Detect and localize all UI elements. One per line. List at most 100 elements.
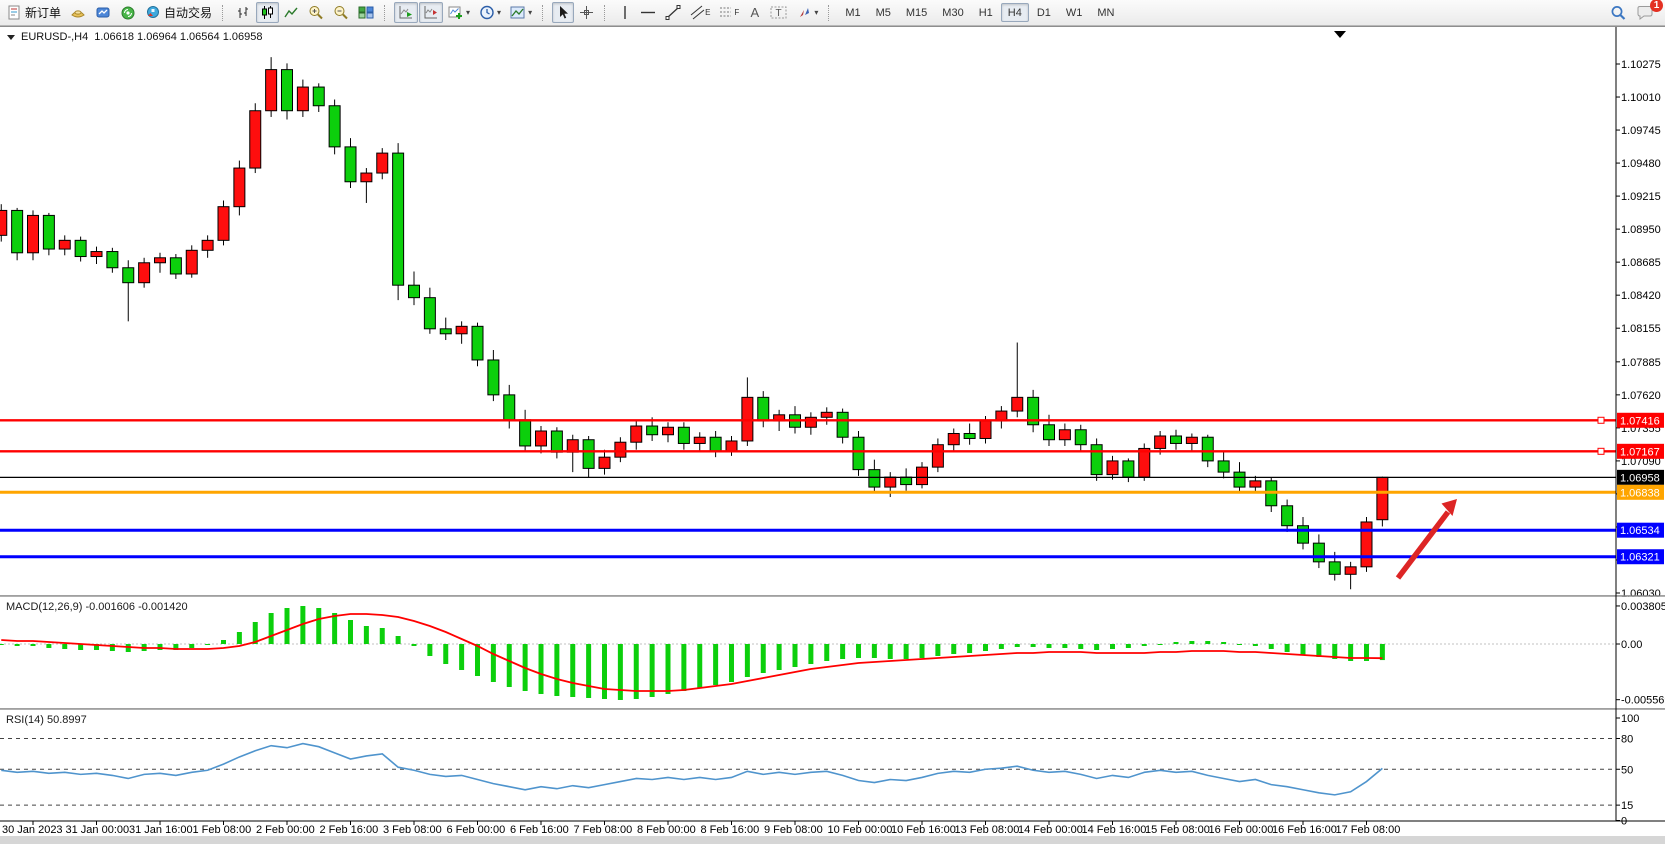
timeframe-H4[interactable]: H4 [1001, 3, 1029, 22]
arrows-icon [796, 5, 812, 20]
line-chart-button[interactable] [280, 2, 303, 23]
indicators-dropdown-caret[interactable]: ▾ [466, 8, 470, 17]
community-chat-button[interactable]: 1 [1632, 2, 1658, 23]
rsi-indicator-label: RSI(14) 50.8997 [6, 714, 87, 726]
channel-sub-glyph: E [705, 8, 710, 17]
hline-handle[interactable] [1598, 448, 1604, 454]
svg-text:10 Feb 00:00: 10 Feb 00:00 [828, 824, 893, 836]
zoom-out-icon [333, 5, 349, 20]
cursor-button[interactable] [552, 2, 574, 23]
bar-chart-button[interactable] [232, 2, 255, 23]
clock-icon [479, 5, 495, 20]
timeframe-M5[interactable]: M5 [869, 3, 898, 22]
auto-scroll-button[interactable] [394, 2, 418, 23]
chart-canvas[interactable]: 1.102751.100101.097451.094801.092151.089… [0, 27, 1665, 844]
svg-text:1.10275: 1.10275 [1621, 59, 1661, 71]
svg-text:0.003805: 0.003805 [1621, 601, 1665, 613]
autotrading-button[interactable]: 自动交易 [141, 2, 216, 23]
macd-indicator-label: MACD(12,26,9) -0.001606 -0.001420 [6, 601, 188, 613]
tile-windows-icon [358, 5, 374, 20]
fibo-sub-glyph: F [734, 8, 739, 17]
svg-text:7 Feb 08:00: 7 Feb 08:00 [574, 824, 633, 836]
svg-text:6 Feb 16:00: 6 Feb 16:00 [510, 824, 569, 836]
timeframe-M15[interactable]: M15 [899, 3, 934, 22]
new-order-button[interactable]: 新订单 [3, 2, 65, 23]
timeframe-group: M1M5M15M30H1H4D1W1MN [838, 3, 1121, 22]
chart-shift-button[interactable] [419, 2, 443, 23]
svg-text:1.09745: 1.09745 [1621, 125, 1661, 137]
svg-text:1.06958: 1.06958 [1620, 472, 1660, 484]
data-window-button[interactable] [91, 2, 115, 23]
timeframe-D1[interactable]: D1 [1030, 3, 1058, 22]
toolbar-grip [542, 5, 548, 21]
equidistant-channel-tool-button[interactable]: E [686, 2, 714, 23]
timeframe-W1[interactable]: W1 [1059, 3, 1090, 22]
crosshair-button[interactable] [575, 2, 598, 23]
svg-text:2 Feb 00:00: 2 Feb 00:00 [256, 824, 315, 836]
svg-text:16 Feb 00:00: 16 Feb 00:00 [1209, 824, 1274, 836]
market-watch-button[interactable] [66, 2, 90, 23]
signals-icon [120, 5, 136, 20]
tile-windows-button[interactable] [354, 2, 378, 23]
arrows-dropdown-caret[interactable]: ▾ [814, 8, 818, 17]
svg-text:1.07167: 1.07167 [1620, 446, 1660, 458]
candlestick-chart-icon [260, 5, 275, 20]
fibonacci-icon [719, 5, 734, 20]
cursor-icon [556, 5, 570, 20]
chart-dropdown-icon[interactable] [7, 35, 15, 40]
toolbar-grip [222, 5, 228, 21]
timeframe-M1[interactable]: M1 [838, 3, 867, 22]
svg-text:100: 100 [1621, 713, 1639, 725]
svg-text:31 Jan 00:00: 31 Jan 00:00 [66, 824, 130, 836]
templates-dropdown-caret[interactable]: ▾ [528, 8, 532, 17]
svg-text:1.08685: 1.08685 [1621, 257, 1661, 269]
svg-text:8 Feb 00:00: 8 Feb 00:00 [637, 824, 696, 836]
svg-text:14 Feb 16:00: 14 Feb 16:00 [1082, 824, 1147, 836]
text-tool-icon: A [750, 5, 759, 20]
price-badge-1.06838: 1.06838 [1617, 485, 1664, 500]
search-icon [1610, 5, 1627, 21]
toolbar-grip [384, 5, 390, 21]
svg-text:1.06321: 1.06321 [1620, 552, 1660, 564]
chart-symbol-period: EURUSD-,H4 [21, 31, 88, 43]
text-label-tool-button[interactable]: T [766, 2, 791, 23]
templates-icon [510, 5, 526, 20]
text-label-icon: T [770, 5, 787, 20]
zoom-out-button[interactable] [329, 2, 353, 23]
toolbar-grip [604, 5, 610, 21]
timeframe-M30[interactable]: M30 [935, 3, 970, 22]
svg-text:1.10010: 1.10010 [1621, 92, 1661, 104]
vertical-line-icon [619, 5, 631, 20]
svg-text:T: T [776, 8, 782, 19]
horizontal-line-tool-button[interactable] [636, 2, 660, 23]
chart-title: EURUSD-,H4 1.06618 1.06964 1.06564 1.069… [7, 31, 262, 43]
svg-text:1.06838: 1.06838 [1620, 487, 1660, 499]
autotrading-icon [145, 5, 161, 20]
svg-text:1.07885: 1.07885 [1621, 357, 1661, 369]
date-axis[interactable]: 30 Jan 202331 Jan 00:0031 Jan 16:001 Feb… [2, 821, 1400, 836]
indicators-button[interactable]: ▾ [444, 2, 474, 23]
svg-text:13 Feb 08:00: 13 Feb 08:00 [955, 824, 1020, 836]
gold-ingot-icon [70, 5, 86, 20]
trendline-tool-button[interactable] [661, 2, 685, 23]
svg-text:80: 80 [1621, 734, 1633, 746]
timeframe-H1[interactable]: H1 [972, 3, 1000, 22]
svg-text:15: 15 [1621, 800, 1633, 812]
chart-window: 1.102751.100101.097451.094801.092151.089… [0, 26, 1665, 843]
svg-text:3 Feb 08:00: 3 Feb 08:00 [383, 824, 442, 836]
templates-button[interactable]: ▾ [506, 2, 536, 23]
periods-button[interactable]: ▾ [475, 2, 505, 23]
zoom-in-button[interactable] [304, 2, 328, 23]
signals-button[interactable] [116, 2, 140, 23]
arrows-tool-button[interactable]: ▾ [792, 2, 822, 23]
text-tool-button[interactable]: A [744, 2, 765, 23]
vertical-line-tool-button[interactable] [614, 2, 635, 23]
price-badge-1.06534: 1.06534 [1617, 523, 1664, 538]
notification-badge: 1 [1650, 0, 1663, 12]
periods-dropdown-caret[interactable]: ▾ [497, 8, 501, 17]
search-button[interactable] [1606, 2, 1631, 23]
hline-handle[interactable] [1598, 417, 1604, 423]
candlestick-chart-button[interactable] [256, 2, 279, 23]
fibonacci-tool-button[interactable]: F [715, 2, 743, 23]
timeframe-MN[interactable]: MN [1090, 3, 1121, 22]
